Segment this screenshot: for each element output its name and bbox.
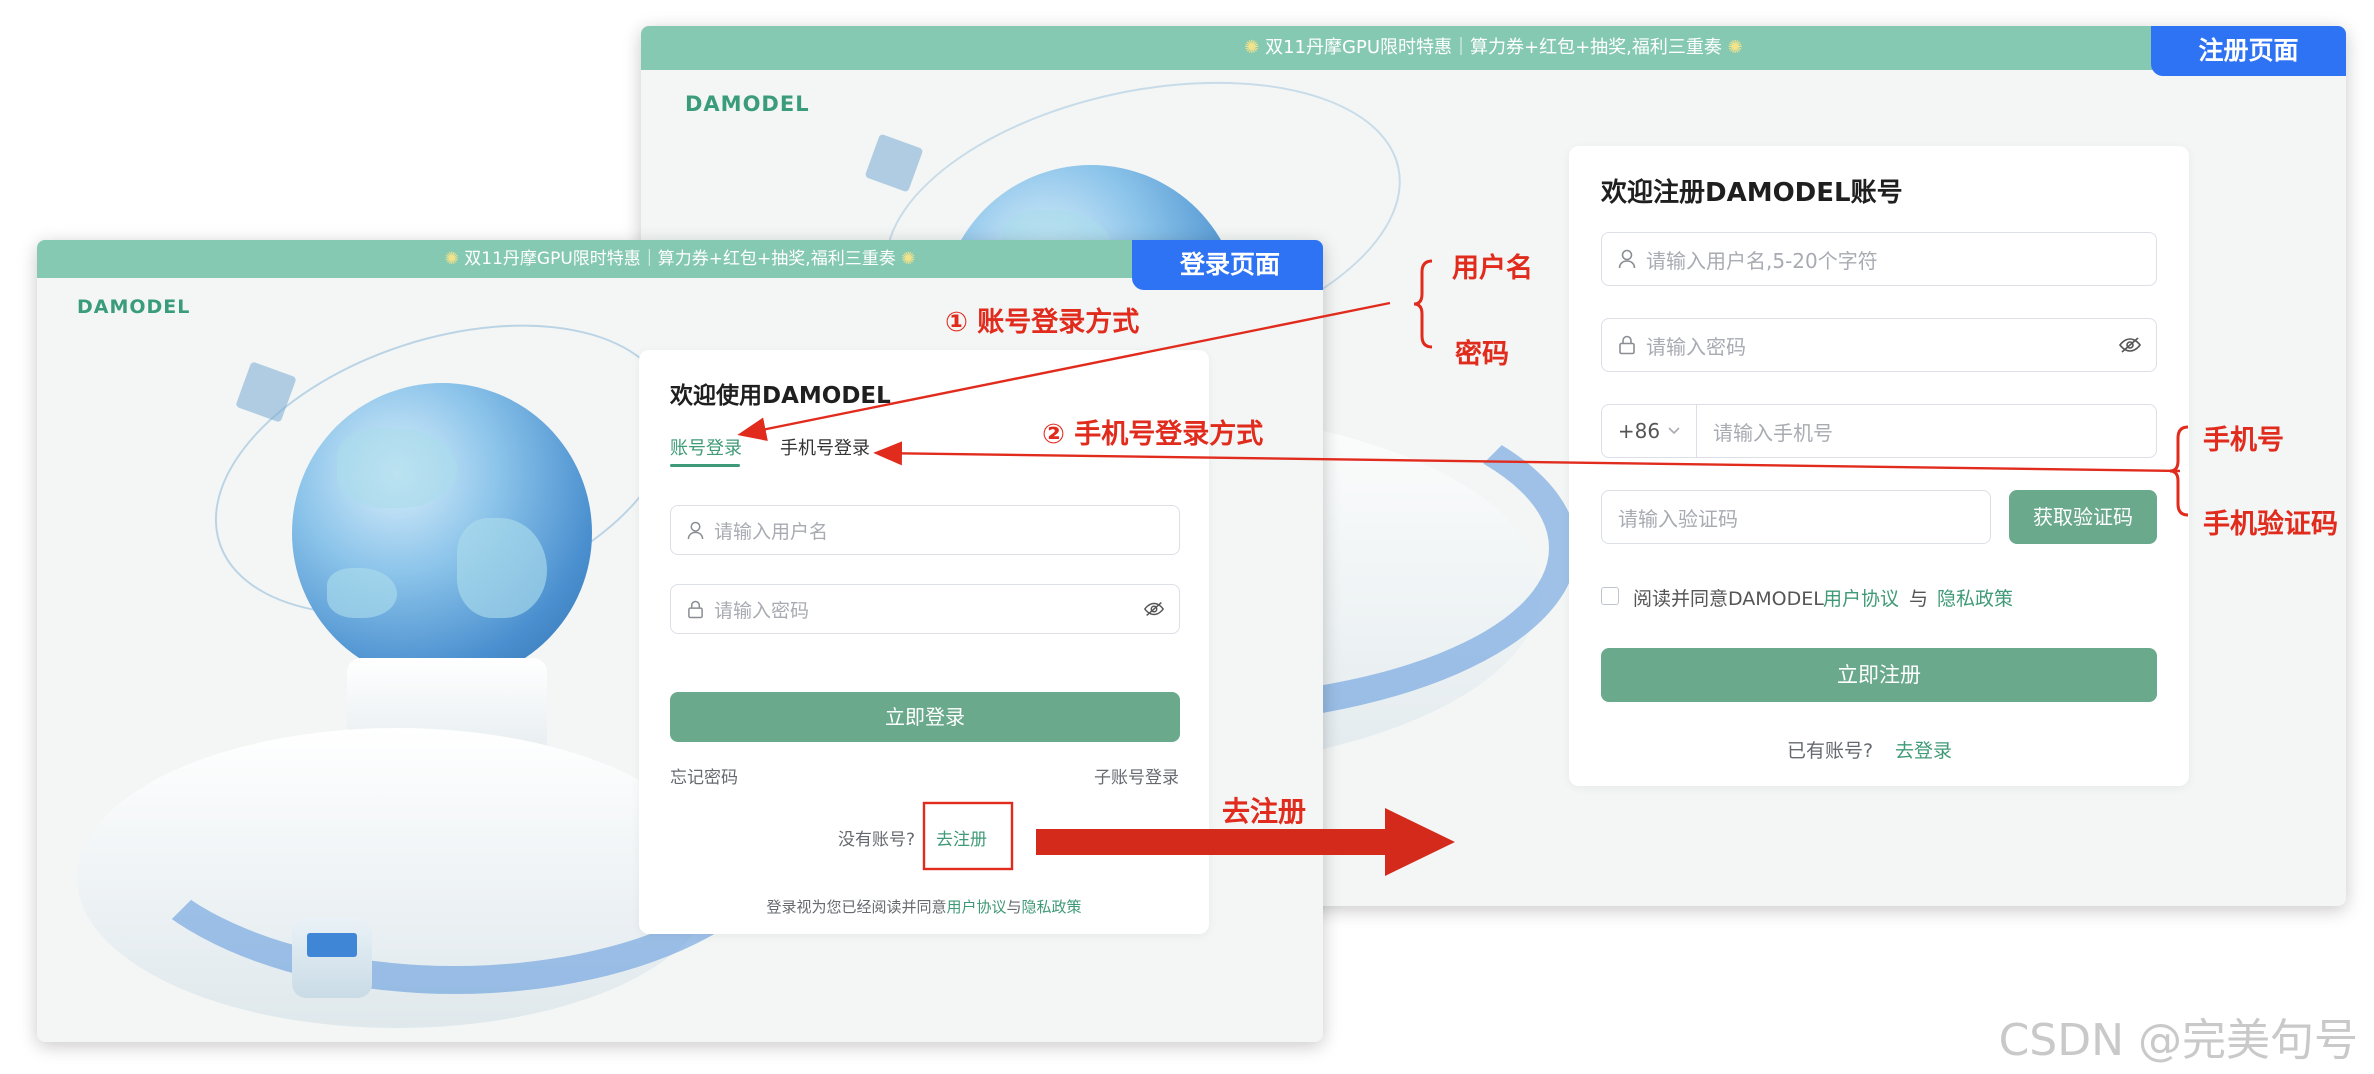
annotation-password: 密码 [1455,339,1509,370]
annotation-phone-login-method: ② 手机号登录方式 [1042,419,1264,450]
annotation-username: 用户名 [1452,253,1533,284]
bracket-icon [1413,259,1433,349]
annotation-phone: 手机号 [2203,425,2284,456]
annotation-arrows [737,301,2181,876]
bracket-icon [2169,425,2189,517]
annotation-account-login-method: ① 账号登录方式 [945,307,1140,338]
annotation-go-register: 去注册 [1222,795,1307,828]
annotation-phone-code: 手机验证码 [2203,509,2338,540]
